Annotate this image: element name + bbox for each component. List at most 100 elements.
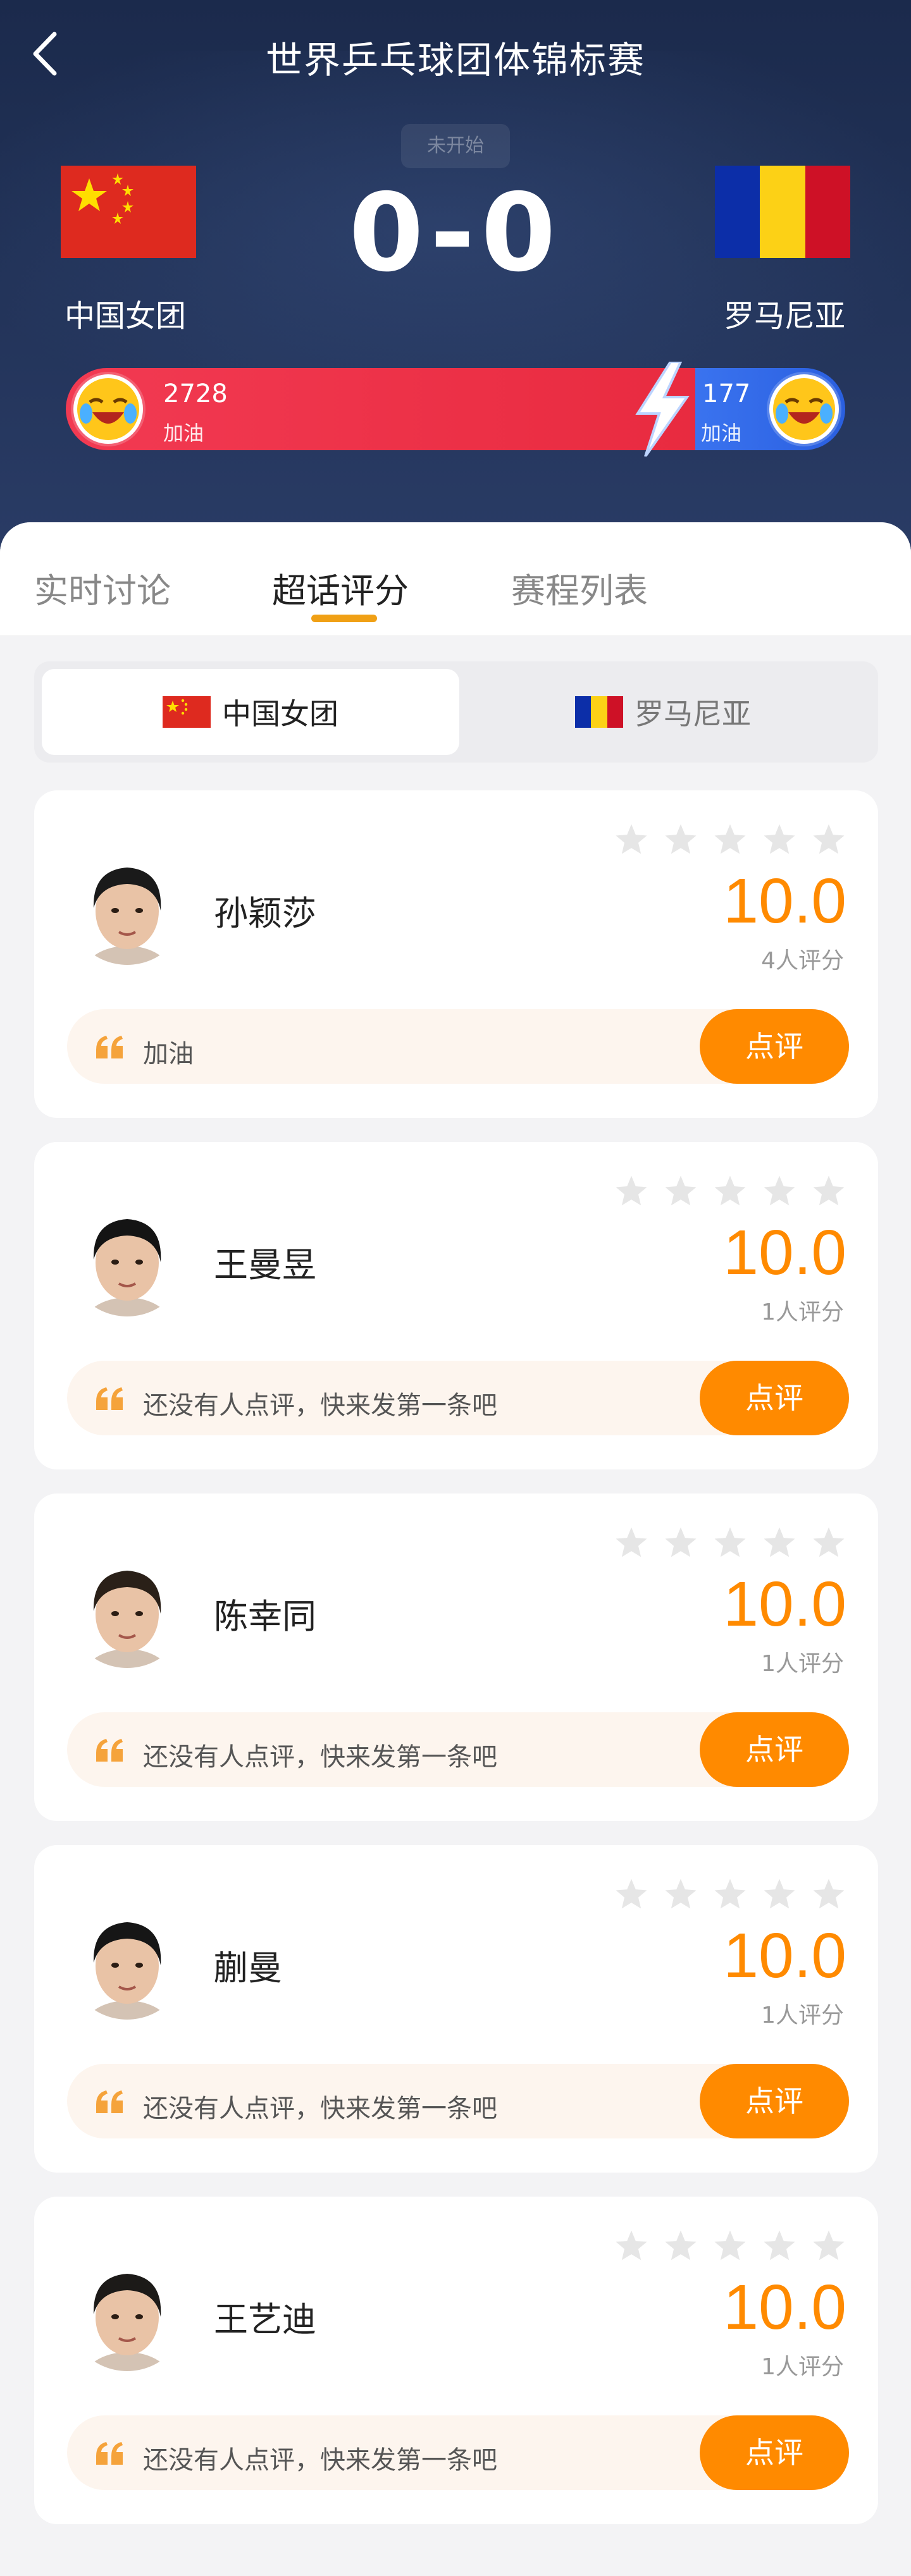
review-button[interactable]: 点评 xyxy=(700,1009,849,1084)
team-option-home[interactable]: 中国女团 xyxy=(42,669,459,755)
star-rating[interactable] xyxy=(614,1877,846,1912)
review-button[interactable]: 点评 xyxy=(700,1361,849,1435)
player-score: 10.0 xyxy=(723,2272,846,2343)
page-title: 世界乒乓球团体锦标赛 xyxy=(265,39,645,82)
tab-live-discussion[interactable]: 实时讨论 xyxy=(34,563,171,613)
tab-schedule[interactable]: 赛程列表 xyxy=(511,563,648,613)
star-icon[interactable] xyxy=(663,822,698,857)
player-avatar[interactable] xyxy=(67,1548,187,1668)
player-card[interactable]: 蒯曼 10.0 1人评分还没有人点评，快来发第一条吧 点评 xyxy=(34,1845,878,2173)
match-status-badge: 未开始 xyxy=(401,124,510,168)
home-team-name: 中国女团 xyxy=(65,298,187,334)
star-icon[interactable] xyxy=(762,822,797,857)
away-team-name: 罗马尼亚 xyxy=(723,298,845,334)
quote-icon xyxy=(96,2090,123,2113)
comment-text: 还没有人点评，快来发第一条吧 xyxy=(143,1391,497,1420)
player-avatar[interactable] xyxy=(67,1899,187,2020)
star-rating[interactable] xyxy=(614,2228,846,2264)
rating-count: 1人评分 xyxy=(761,1651,844,1677)
player-score: 10.0 xyxy=(723,1217,846,1288)
star-icon[interactable] xyxy=(712,1877,748,1912)
active-tab-indicator xyxy=(311,615,377,622)
cheering-face-icon xyxy=(73,374,143,444)
china-flag-icon xyxy=(163,696,211,728)
player-name: 孙颖莎 xyxy=(214,893,316,933)
star-rating[interactable] xyxy=(614,1525,846,1561)
review-button[interactable]: 点评 xyxy=(700,1712,849,1787)
star-icon[interactable] xyxy=(762,2228,797,2264)
player-score: 10.0 xyxy=(723,1920,846,1991)
review-button[interactable]: 点评 xyxy=(700,2415,849,2490)
star-icon[interactable] xyxy=(811,1877,846,1912)
player-score: 10.0 xyxy=(723,866,846,936)
romania-flag-icon xyxy=(715,166,850,258)
star-icon[interactable] xyxy=(762,1877,797,1912)
away-cheer-button[interactable] xyxy=(767,372,841,446)
away-cheer-label: 加油 xyxy=(701,421,742,445)
player-name: 陈幸同 xyxy=(214,1597,316,1636)
rating-count: 1人评分 xyxy=(761,1299,844,1325)
quote-icon xyxy=(96,1387,123,1410)
star-icon[interactable] xyxy=(712,1525,748,1561)
rating-count: 1人评分 xyxy=(761,2354,844,2380)
lightning-bolt-icon xyxy=(635,362,690,457)
comment-preview[interactable]: 还没有人点评，快来发第一条吧 点评 xyxy=(67,2064,849,2138)
star-icon[interactable] xyxy=(614,1877,649,1912)
rating-count: 4人评分 xyxy=(761,948,844,974)
romania-flag-icon xyxy=(575,696,623,728)
team-option-away[interactable]: 罗马尼亚 xyxy=(454,669,872,755)
player-card[interactable]: 孙颖莎 10.0 4人评分加油 点评 xyxy=(34,790,878,1118)
quote-icon xyxy=(96,2442,123,2465)
quote-icon xyxy=(96,1739,123,1762)
home-cheer-count: 2728 xyxy=(163,379,228,408)
comment-text: 还没有人点评，快来发第一条吧 xyxy=(143,1743,497,1772)
team-switch: 中国女团 罗马尼亚 xyxy=(34,661,878,763)
player-name: 王曼昱 xyxy=(214,1245,316,1285)
star-icon[interactable] xyxy=(614,1174,649,1209)
star-icon[interactable] xyxy=(811,2228,846,2264)
comment-preview[interactable]: 加油 点评 xyxy=(67,1009,849,1084)
player-avatar[interactable] xyxy=(67,845,187,965)
star-icon[interactable] xyxy=(663,1174,698,1209)
player-avatar[interactable] xyxy=(67,2251,187,2371)
star-rating[interactable] xyxy=(614,822,846,857)
star-icon[interactable] xyxy=(811,1174,846,1209)
comment-text: 还没有人点评，快来发第一条吧 xyxy=(143,2446,497,2475)
star-icon[interactable] xyxy=(614,822,649,857)
team-option-home-label: 中国女团 xyxy=(222,697,338,731)
star-icon[interactable] xyxy=(614,2228,649,2264)
player-avatar[interactable] xyxy=(67,1196,187,1316)
review-button[interactable]: 点评 xyxy=(700,2064,849,2138)
star-icon[interactable] xyxy=(811,1525,846,1561)
match-header: 世界乒乓球团体锦标赛 未开始 0-0 中国女团 罗马尼亚 2728 加油 177… xyxy=(0,0,911,569)
quote-icon xyxy=(96,1036,123,1058)
comment-preview[interactable]: 还没有人点评，快来发第一条吧 点评 xyxy=(67,2415,849,2490)
star-icon[interactable] xyxy=(663,2228,698,2264)
star-icon[interactable] xyxy=(811,822,846,857)
comment-preview[interactable]: 还没有人点评，快来发第一条吧 点评 xyxy=(67,1712,849,1787)
home-cheer-button[interactable] xyxy=(71,372,146,446)
home-cheer-label: 加油 xyxy=(163,421,204,445)
star-icon[interactable] xyxy=(762,1525,797,1561)
tab-ratings[interactable]: 超话评分 xyxy=(272,563,409,613)
cheering-face-icon xyxy=(769,374,839,444)
player-name: 蒯曼 xyxy=(214,1948,282,1988)
player-card[interactable]: 王艺迪 10.0 1人评分还没有人点评，快来发第一条吧 点评 xyxy=(34,2197,878,2524)
player-name: 王艺迪 xyxy=(214,2300,316,2340)
star-icon[interactable] xyxy=(663,1877,698,1912)
player-score: 10.0 xyxy=(723,1569,846,1640)
rating-count: 1人评分 xyxy=(761,2003,844,2028)
player-card[interactable]: 陈幸同 10.0 1人评分还没有人点评，快来发第一条吧 点评 xyxy=(34,1493,878,1821)
comment-text: 加油 xyxy=(143,1040,194,1069)
star-icon[interactable] xyxy=(614,1525,649,1561)
star-icon[interactable] xyxy=(712,1174,748,1209)
star-icon[interactable] xyxy=(762,1174,797,1209)
comment-preview[interactable]: 还没有人点评，快来发第一条吧 点评 xyxy=(67,1361,849,1435)
main-panel: 实时讨论 超话评分 赛程列表 中国女团 罗马尼亚 孙颖莎 10.0 4人评分 加… xyxy=(0,522,911,2576)
player-card[interactable]: 王曼昱 10.0 1人评分还没有人点评，快来发第一条吧 点评 xyxy=(34,1142,878,1469)
star-icon[interactable] xyxy=(712,2228,748,2264)
star-icon[interactable] xyxy=(663,1525,698,1561)
star-icon[interactable] xyxy=(712,822,748,857)
star-rating[interactable] xyxy=(614,1174,846,1209)
tab-bar: 实时讨论 超话评分 赛程列表 xyxy=(0,522,911,636)
